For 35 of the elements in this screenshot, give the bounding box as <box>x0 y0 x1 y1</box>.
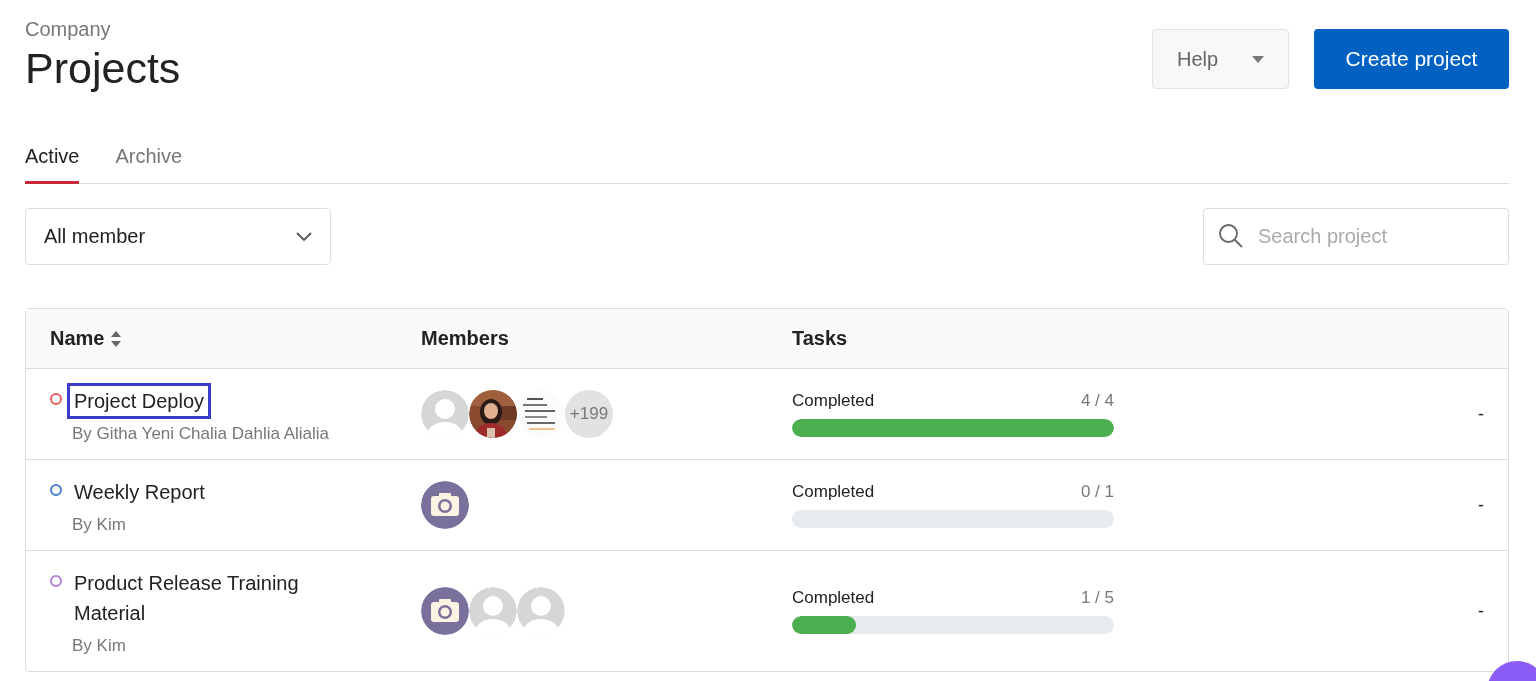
project-owner: By Kim <box>72 514 126 536</box>
column-header: Members <box>421 327 509 350</box>
project-link[interactable]: Product Release Training Material <box>67 565 342 631</box>
avatar-icon <box>517 587 565 635</box>
column-header: Name <box>50 327 105 350</box>
table-cell: - <box>1478 600 1484 622</box>
column-header: Tasks <box>792 327 848 350</box>
task-label: Completed <box>792 482 875 502</box>
task-label: Completed <box>792 391 875 411</box>
search-field[interactable]: Search project <box>1203 208 1509 265</box>
breadcrumb: Company <box>25 17 112 41</box>
help-button[interactable]: Help <box>1152 29 1289 89</box>
task-count: 4 / 4 <box>1080 391 1114 411</box>
search-icon <box>1218 223 1244 249</box>
project-owner: By Githa Yeni Chalia Dahlia Alialia <box>72 423 330 445</box>
camera-icon <box>421 481 469 529</box>
avatar-icon <box>469 587 517 635</box>
project-link[interactable]: Project Deploy <box>67 383 212 419</box>
table-cell: - <box>1478 403 1484 425</box>
task-count: 0 / 1 <box>1080 482 1114 502</box>
project-owner: By Kim <box>72 635 126 657</box>
camera-icon <box>421 587 469 635</box>
avatar-icon <box>421 390 469 438</box>
chevron-down-icon <box>296 232 312 241</box>
member-count: +199 <box>565 390 613 438</box>
page-title: Projects <box>25 43 181 93</box>
member-dropdown[interactable]: All member <box>25 208 331 265</box>
create-project-button[interactable]: Create project <box>1314 29 1509 89</box>
tab[interactable]: Archive <box>115 133 183 184</box>
project-link[interactable]: Weekly Report <box>67 474 212 510</box>
table-cell: - <box>1478 494 1484 516</box>
task-count: 1 / 5 <box>1080 588 1114 608</box>
caret-icon <box>1252 55 1264 63</box>
task-label: Completed <box>792 588 875 608</box>
tab[interactable]: Active <box>25 133 80 184</box>
